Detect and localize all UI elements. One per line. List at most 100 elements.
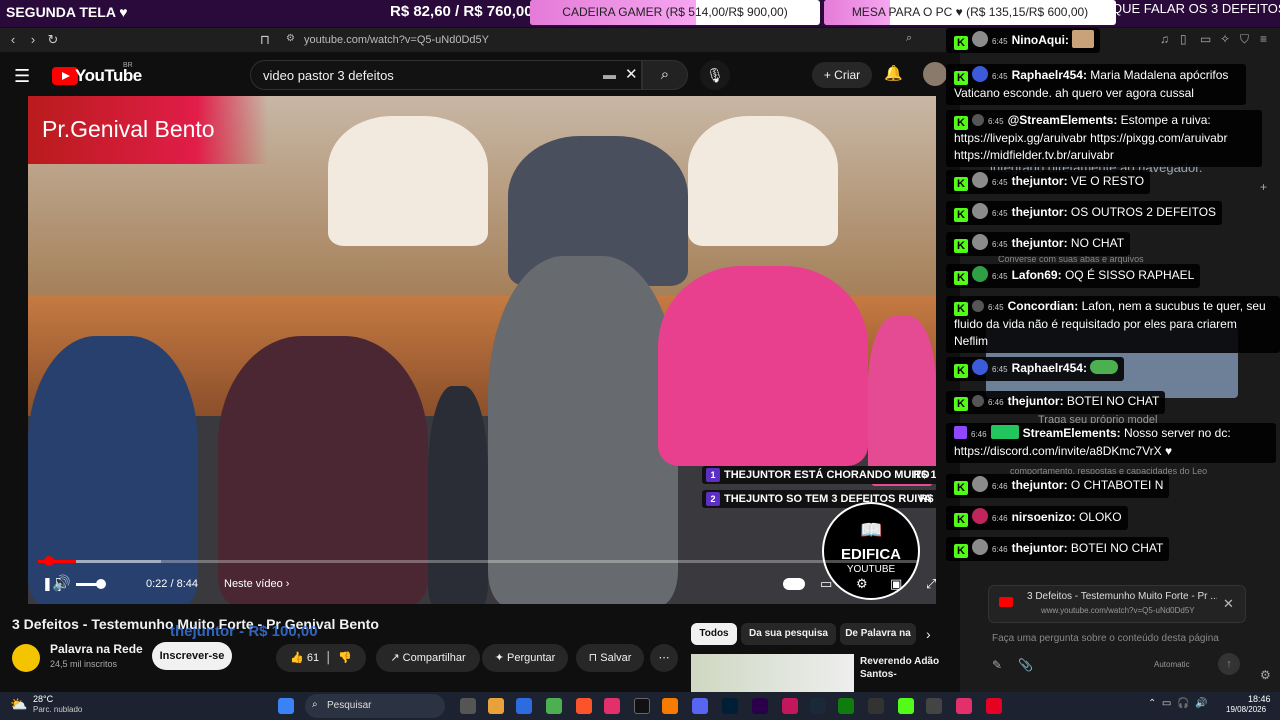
- app-icon[interactable]: [516, 698, 532, 714]
- app-icon[interactable]: [604, 698, 620, 714]
- avatar[interactable]: [923, 62, 947, 86]
- photoshop-icon[interactable]: [722, 698, 738, 714]
- share-icon: ↗: [390, 652, 400, 664]
- steam-icon[interactable]: [810, 698, 826, 714]
- app-icon[interactable]: [782, 698, 798, 714]
- app-icon[interactable]: [662, 698, 678, 714]
- settings-icon[interactable]: ⚙: [1260, 668, 1271, 682]
- chat-message: K 6:46 nirsoenizo: OLOKO: [946, 506, 1128, 530]
- donation-text: THEJUNTOR ESTÁ CHORANDO MUITO: [724, 469, 930, 481]
- address-bar[interactable]: ⚙ youtube.com/watch?v=Q5-uNd0Dd5Y ⌕: [280, 30, 930, 50]
- chat-time: 6:45: [992, 240, 1008, 249]
- chat-message: K 6:45 Lafon69: OQ É SISSO RAPHAEL: [946, 264, 1201, 288]
- premiere-icon[interactable]: [752, 698, 768, 714]
- clear-icon[interactable]: ✕: [625, 65, 638, 83]
- send-icon[interactable]: ↑: [1218, 653, 1240, 675]
- menu-icon[interactable]: ☰: [14, 66, 30, 87]
- miniplayer-icon[interactable]: ▣: [890, 576, 902, 592]
- scrubber-handle[interactable]: [44, 556, 54, 566]
- channel-avatar[interactable]: [12, 644, 40, 672]
- edit-icon[interactable]: ✎: [992, 658, 1002, 672]
- user-avatar: [972, 203, 988, 219]
- zoom-icon[interactable]: ⌕: [906, 32, 912, 45]
- chat-message: K 6:46 thejuntor: BOTEI NO CHAT: [946, 391, 1166, 414]
- captions-icon[interactable]: ▭: [820, 576, 832, 592]
- chat-text: NO CHAT: [1070, 236, 1125, 250]
- bookmark-icon: ⊓: [588, 652, 598, 664]
- reload-icon[interactable]: ↻: [44, 31, 62, 49]
- chip-from-search[interactable]: Da sua pesquisa: [741, 623, 836, 645]
- site-info-icon[interactable]: ⚙: [286, 33, 295, 44]
- chrome-icon[interactable]: [546, 698, 562, 714]
- attach-icon[interactable]: 📎: [1018, 658, 1033, 672]
- xbox-icon[interactable]: [838, 698, 854, 714]
- ask-input[interactable]: Faça uma pergunta sobre o conteúdo desta…: [992, 633, 1219, 644]
- chat-text: BOTEI NO CHAT: [1066, 394, 1160, 408]
- forward-icon[interactable]: ›: [24, 31, 42, 49]
- volume-knob[interactable]: [96, 579, 106, 589]
- search-button[interactable]: ⌕: [642, 60, 688, 90]
- kick-icon[interactable]: [898, 698, 914, 714]
- save-button[interactable]: ⊓ Salvar: [576, 644, 644, 672]
- like-button[interactable]: 👍 61 │ 👎: [276, 644, 366, 672]
- chat-user: StreamElements:: [1022, 426, 1121, 440]
- taskbar-search[interactable]: ⌕ Pesquisar: [305, 694, 445, 718]
- model-select[interactable]: Automatic: [1154, 660, 1190, 669]
- video-player[interactable]: Pr.Genival Bento 1 THEJUNTOR ESTÁ CHORAND…: [28, 96, 936, 604]
- recommendation-thumbnail[interactable]: [691, 654, 854, 696]
- create-button[interactable]: + Criar: [812, 62, 872, 88]
- user-avatar: [972, 476, 988, 492]
- ask-button[interactable]: ✦ Perguntar: [482, 644, 568, 672]
- bookmark-icon[interactable]: ⊓: [256, 31, 274, 49]
- autoplay-toggle[interactable]: [783, 578, 805, 590]
- channel-name[interactable]: Palavra na Rede: [50, 642, 143, 656]
- search-input[interactable]: video pastor 3 defeitos ▬ ✕: [250, 60, 642, 90]
- subscribe-button[interactable]: Inscrever-se: [152, 642, 232, 670]
- weather-icon[interactable]: ⛅: [10, 696, 27, 713]
- chapters-button[interactable]: Neste vídeo ›: [224, 578, 289, 590]
- chevron-right-icon[interactable]: ›: [926, 626, 931, 642]
- app-icon[interactable]: [926, 698, 942, 714]
- keyboard-icon[interactable]: ▬: [603, 67, 616, 82]
- chat-text: OQ É SISSO RAPHAEL: [1064, 268, 1195, 282]
- tiktok-icon[interactable]: [634, 698, 650, 714]
- start-icon[interactable]: [278, 698, 294, 714]
- file-explorer-icon[interactable]: [488, 698, 504, 714]
- share-button[interactable]: ↗ Compartilhar: [376, 644, 480, 672]
- task-view-icon[interactable]: [460, 698, 476, 714]
- donor-overlay: thejuntor - R$ 100,00: [170, 623, 318, 640]
- chat-message: K 6:45 thejuntor: OS OUTROS 2 DEFEITOS: [946, 201, 1223, 225]
- chip-from-channel[interactable]: De Palavra na Rede: [840, 623, 916, 645]
- kick-icon: K: [954, 239, 968, 253]
- progress-bar[interactable]: [38, 560, 918, 563]
- kick-icon: K: [954, 208, 968, 222]
- chat-message: K 6:45 @StreamElements: Estompe a ruiva: h…: [946, 110, 1262, 167]
- obs-icon[interactable]: [868, 698, 884, 714]
- windows-taskbar: ⛅ 28°C Parc. nublado ⌕ Pesquisar ⌃ ▭ 🎧 🔊 …: [0, 692, 1280, 720]
- chip-all[interactable]: Todos: [691, 623, 737, 645]
- instagram-icon[interactable]: [956, 698, 972, 714]
- stream-ticker: QUE FALAR OS 3 DEFEITOS: [1112, 1, 1280, 16]
- back-icon[interactable]: ‹: [4, 31, 22, 49]
- discord-icon[interactable]: [692, 698, 708, 714]
- recommendation-title[interactable]: Reverendo Adão Santos-: [860, 655, 944, 681]
- mic-icon[interactable]: 🎙: [700, 60, 730, 90]
- pinterest-icon[interactable]: [986, 698, 1002, 714]
- thumbs-down-icon[interactable]: 👎: [338, 652, 352, 664]
- kick-icon: K: [954, 481, 968, 495]
- weather-temp: 28°C: [33, 694, 54, 704]
- brave-icon[interactable]: [576, 698, 592, 714]
- browser-toolbar: ‹ › ↻ ⊓ ⚙ youtube.com/watch?v=Q5-uNd0Dd5…: [0, 28, 960, 52]
- create-label: Criar: [834, 68, 861, 82]
- more-icon[interactable]: ⋯: [650, 644, 678, 672]
- volume-icon[interactable]: 🔊: [52, 574, 71, 592]
- kick-icon: K: [954, 513, 968, 527]
- settings-icon[interactable]: ⚙: [856, 576, 868, 592]
- donation-text: THEJUNTO SO TEM 3 DEFEITOS RUIVA: [724, 493, 932, 505]
- bell-icon[interactable]: 🔔: [884, 64, 903, 82]
- chat-time: 6:46: [988, 398, 1004, 407]
- system-tray[interactable]: ⌃ ▭ 🎧 🔊: [1148, 698, 1207, 709]
- fullscreen-icon[interactable]: ⤢: [926, 576, 936, 592]
- chat-message: K 6:46 thejuntor: BOTEI NO CHAT: [946, 537, 1170, 561]
- close-icon[interactable]: ✕: [1223, 596, 1234, 612]
